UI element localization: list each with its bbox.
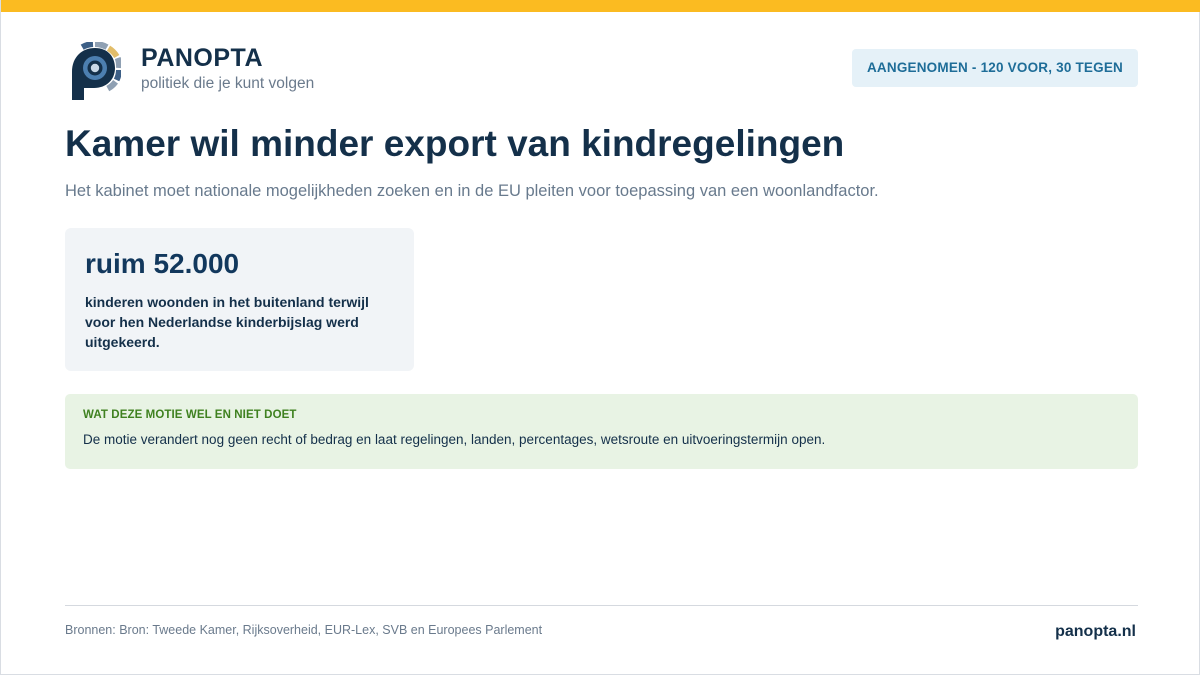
vote-result-badge: AANGENOMEN - 120 VOOR, 30 TEGEN xyxy=(851,49,1138,87)
stat-description: kinderen woonden in het buitenland terwi… xyxy=(85,294,369,350)
share-card: PANOPTA politiek die je kunt volgen AANG… xyxy=(0,0,1200,675)
stat-card: ruim 52.000 kinderen woonden in het buit… xyxy=(65,228,414,371)
panopta-eye-logo-icon xyxy=(72,42,121,100)
footer-site-link[interactable]: panopta.nl xyxy=(1055,622,1136,642)
brand-name: PANOPTA xyxy=(141,44,264,72)
header: PANOPTA politiek die je kunt volgen AANG… xyxy=(65,40,1138,100)
footer-divider xyxy=(65,605,1138,606)
footer-sources: Bronnen: Bron: Tweede Kamer, Rijksoverhe… xyxy=(65,623,543,637)
article-subtitle: Het kabinet moet nationale mogelijkheden… xyxy=(65,182,879,200)
accent-bar xyxy=(1,0,1200,12)
note-text: De motie verandert nog geen recht of bed… xyxy=(83,432,826,447)
article-title: Kamer wil minder export van kindregeling… xyxy=(65,123,845,164)
motion-note-card: WAT DEZE MOTIE WEL EN NIET DOET De motie… xyxy=(65,394,1138,469)
brand-tagline: politiek die je kunt volgen xyxy=(141,75,315,92)
note-heading: WAT DEZE MOTIE WEL EN NIET DOET xyxy=(83,409,297,421)
brand: PANOPTA politiek die je kunt volgen xyxy=(141,43,314,94)
stat-value: ruim 52.000 xyxy=(85,248,240,279)
